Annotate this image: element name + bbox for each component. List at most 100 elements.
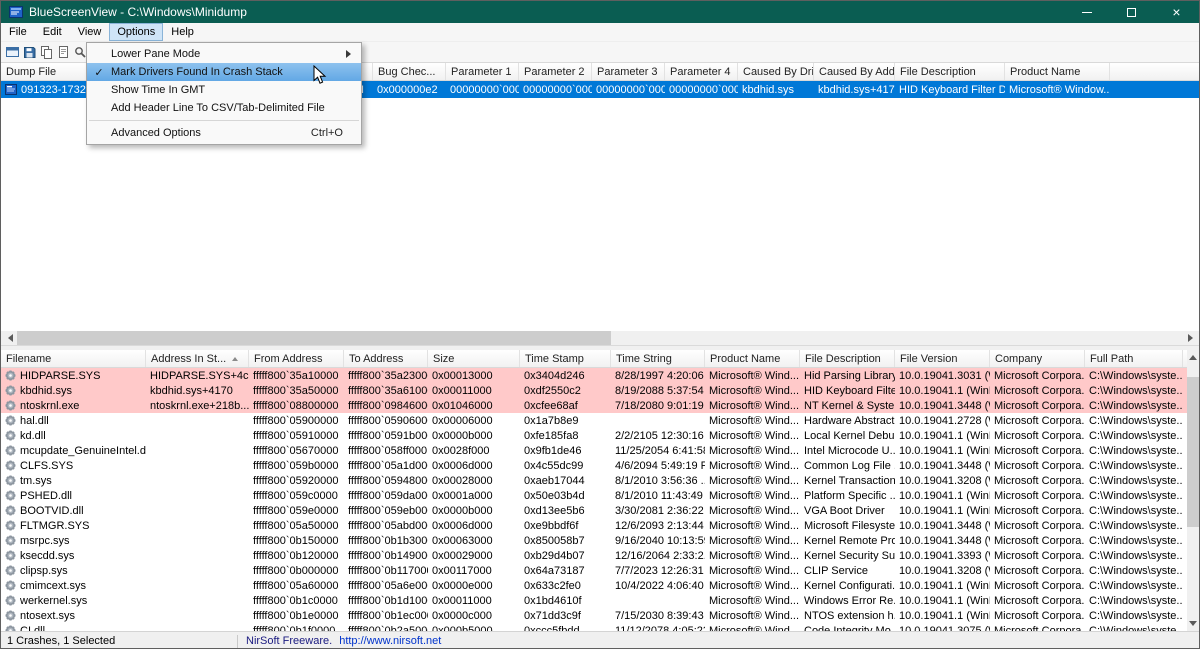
column-header-full-path[interactable]: Full Path <box>1085 350 1183 367</box>
column-header-time-stamp[interactable]: Time Stamp <box>520 350 611 367</box>
column-header-bug-chec[interactable]: Bug Chec... <box>373 63 446 80</box>
vertical-scroll-thumb[interactable] <box>1187 377 1199 527</box>
menubar: FileEditViewOptionsHelp <box>1 23 1199 42</box>
module-row[interactable]: ntosext.sysfffff800`0b1e0000fffff800`0b1… <box>1 608 1187 623</box>
cell-address-in-st <box>146 563 249 578</box>
module-row[interactable]: BOOTVID.dllfffff800`059e0000fffff800`059… <box>1 503 1187 518</box>
column-header-size[interactable]: Size <box>428 350 520 367</box>
column-header-from-address[interactable]: From Address <box>249 350 344 367</box>
module-row[interactable]: FLTMGR.SYSfffff800`05a50000fffff800`05ab… <box>1 518 1187 533</box>
nirsoft-link[interactable]: http://www.nirsoft.net <box>339 635 441 647</box>
cell-from-address: fffff800`0b120000 <box>249 548 344 563</box>
column-header-address-in-st[interactable]: Address In St... <box>146 350 249 367</box>
cell-full-path: C:\Windows\syste... <box>1085 488 1183 503</box>
column-header-to-address[interactable]: To Address <box>344 350 428 367</box>
cell-file-description: NT Kernel & System <box>800 398 895 413</box>
module-row[interactable]: clipsp.sysfffff800`0b000000fffff800`0b11… <box>1 563 1187 578</box>
minimize-button[interactable] <box>1064 1 1109 23</box>
module-row[interactable]: hal.dllfffff800`05900000fffff800`0590600… <box>1 413 1187 428</box>
column-header-caused-by-driver[interactable]: Caused By Driver <box>738 63 814 80</box>
column-header-file-description[interactable]: File Description <box>800 350 895 367</box>
cell-file-version: 10.0.19041.3208 (W... <box>895 563 990 578</box>
horizontal-scroll-track[interactable] <box>17 331 1183 345</box>
column-header-caused-by-address[interactable]: Caused By Address <box>814 63 895 80</box>
scroll-right-arrow[interactable] <box>1183 331 1199 345</box>
menu-item-advanced-options[interactable]: Advanced OptionsCtrl+O <box>87 124 361 142</box>
vertical-scrollbar[interactable] <box>1187 350 1199 631</box>
menu-item-add-header-line-to-csv-tab-delimited-file[interactable]: Add Header Line To CSV/Tab-Delimited Fil… <box>87 99 361 117</box>
module-row[interactable]: kbdhid.syskbdhid.sys+4170fffff800`35a500… <box>1 383 1187 398</box>
cell-filename: tm.sys <box>1 473 146 488</box>
module-row[interactable]: CI.dllfffff800`0b1f0000fffff800`0b2a5000… <box>1 623 1187 631</box>
column-header-parameter-3[interactable]: Parameter 3 <box>592 63 665 80</box>
menubar-item-file[interactable]: File <box>1 23 35 41</box>
horizontal-scroll-thumb[interactable] <box>17 331 611 345</box>
menubar-item-view[interactable]: View <box>70 23 110 41</box>
column-header-parameter-1[interactable]: Parameter 1 <box>446 63 519 80</box>
properties-icon[interactable] <box>55 44 71 61</box>
cell-time-stamp: 0xccc5fbdd <box>520 623 611 631</box>
cell-from-address: fffff800`059b0000 <box>249 458 344 473</box>
cell-file-description: Common Log File ... <box>800 458 895 473</box>
cell-from-address: fffff800`05900000 <box>249 413 344 428</box>
module-row[interactable]: HIDPARSE.SYSHIDPARSE.SYS+4cadfffff800`35… <box>1 368 1187 383</box>
cell-to-address: fffff800`0b117000 <box>344 563 428 578</box>
cell-file-description: Hardware Abstract... <box>800 413 895 428</box>
driver-gear-icon <box>5 535 16 546</box>
module-list-body[interactable]: HIDPARSE.SYSHIDPARSE.SYS+4cadfffff800`35… <box>1 368 1187 631</box>
cell-file-description: Platform Specific ... <box>800 488 895 503</box>
cell-parameter-2: 00000000`000000... <box>519 81 592 98</box>
menubar-item-help[interactable]: Help <box>163 23 202 41</box>
menu-item-mark-drivers-found-in-crash-stack[interactable]: ✓Mark Drivers Found In Crash Stack <box>87 63 361 81</box>
cell-to-address: fffff800`0b1d1000 <box>344 593 428 608</box>
column-header-parameter-4[interactable]: Parameter 4 <box>665 63 738 80</box>
cell-company: Microsoft Corpora... <box>990 398 1085 413</box>
module-row[interactable]: ntoskrnl.exentoskrnl.exe+218b...fffff800… <box>1 398 1187 413</box>
column-header-file-version[interactable]: File Version <box>895 350 990 367</box>
cell-size: 0x0006d000 <box>428 518 520 533</box>
scroll-up-arrow[interactable] <box>1187 350 1199 363</box>
driver-gear-icon <box>5 475 16 486</box>
column-header-product-name[interactable]: Product Name <box>1005 63 1110 80</box>
titlebar[interactable]: BlueScreenView - C:\Windows\Minidump × <box>1 1 1199 23</box>
module-row[interactable]: cmimcext.sysfffff800`05a60000fffff800`05… <box>1 578 1187 593</box>
save-icon[interactable] <box>21 44 37 61</box>
module-row[interactable]: mcupdate_GenuineIntel.dllfffff800`056700… <box>1 443 1187 458</box>
scroll-down-arrow[interactable] <box>1187 618 1199 631</box>
module-row[interactable]: kd.dllfffff800`05910000fffff800`0591b000… <box>1 428 1187 443</box>
cell-full-path: C:\Windows\syste... <box>1085 428 1183 443</box>
cell-product-name: Microsoft® Wind... <box>705 443 800 458</box>
cell-size: 0x00013000 <box>428 368 520 383</box>
module-row[interactable]: tm.sysfffff800`05920000fffff800`05948000… <box>1 473 1187 488</box>
module-row[interactable]: msrpc.sysfffff800`0b150000fffff800`0b1b3… <box>1 533 1187 548</box>
module-list-pane: FilenameAddress In St...From AddressTo A… <box>1 350 1199 631</box>
cell-to-address: fffff800`05abd000 <box>344 518 428 533</box>
cell-time-string: 10/4/2022 4:06:40 ... <box>611 578 705 593</box>
cell-filename: mcupdate_GenuineIntel.dll <box>1 443 146 458</box>
maximize-button[interactable] <box>1109 1 1154 23</box>
horizontal-scrollbar[interactable] <box>1 331 1199 345</box>
column-header-filename[interactable]: Filename <box>1 350 146 367</box>
advanced-options-icon[interactable] <box>4 44 20 61</box>
menubar-item-edit[interactable]: Edit <box>35 23 70 41</box>
driver-gear-icon <box>5 490 16 501</box>
column-header-product-name[interactable]: Product Name <box>705 350 800 367</box>
module-row[interactable]: werkernel.sysfffff800`0b1c0000fffff800`0… <box>1 593 1187 608</box>
column-header-parameter-2[interactable]: Parameter 2 <box>519 63 592 80</box>
menu-item-show-time-in-gmt[interactable]: Show Time In GMT <box>87 81 361 99</box>
close-button[interactable]: × <box>1154 1 1199 23</box>
column-header-file-description[interactable]: File Description <box>895 63 1005 80</box>
vertical-scroll-track[interactable] <box>1187 363 1199 618</box>
module-row[interactable]: PSHED.dllfffff800`059c0000fffff800`059da… <box>1 488 1187 503</box>
column-header-company[interactable]: Company <box>990 350 1085 367</box>
menu-separator <box>89 120 359 121</box>
cell-file-description: Kernel Transaction ... <box>800 473 895 488</box>
copy-icon[interactable] <box>38 44 54 61</box>
module-row[interactable]: ksecdd.sysfffff800`0b120000fffff800`0b14… <box>1 548 1187 563</box>
cell-time-stamp: 0x64a73187 <box>520 563 611 578</box>
menu-item-lower-pane-mode[interactable]: Lower Pane Mode <box>87 45 361 63</box>
menubar-item-options[interactable]: Options <box>109 23 163 41</box>
scroll-left-arrow[interactable] <box>1 331 17 345</box>
column-header-time-string[interactable]: Time String <box>611 350 705 367</box>
module-row[interactable]: CLFS.SYSfffff800`059b0000fffff800`05a1d0… <box>1 458 1187 473</box>
